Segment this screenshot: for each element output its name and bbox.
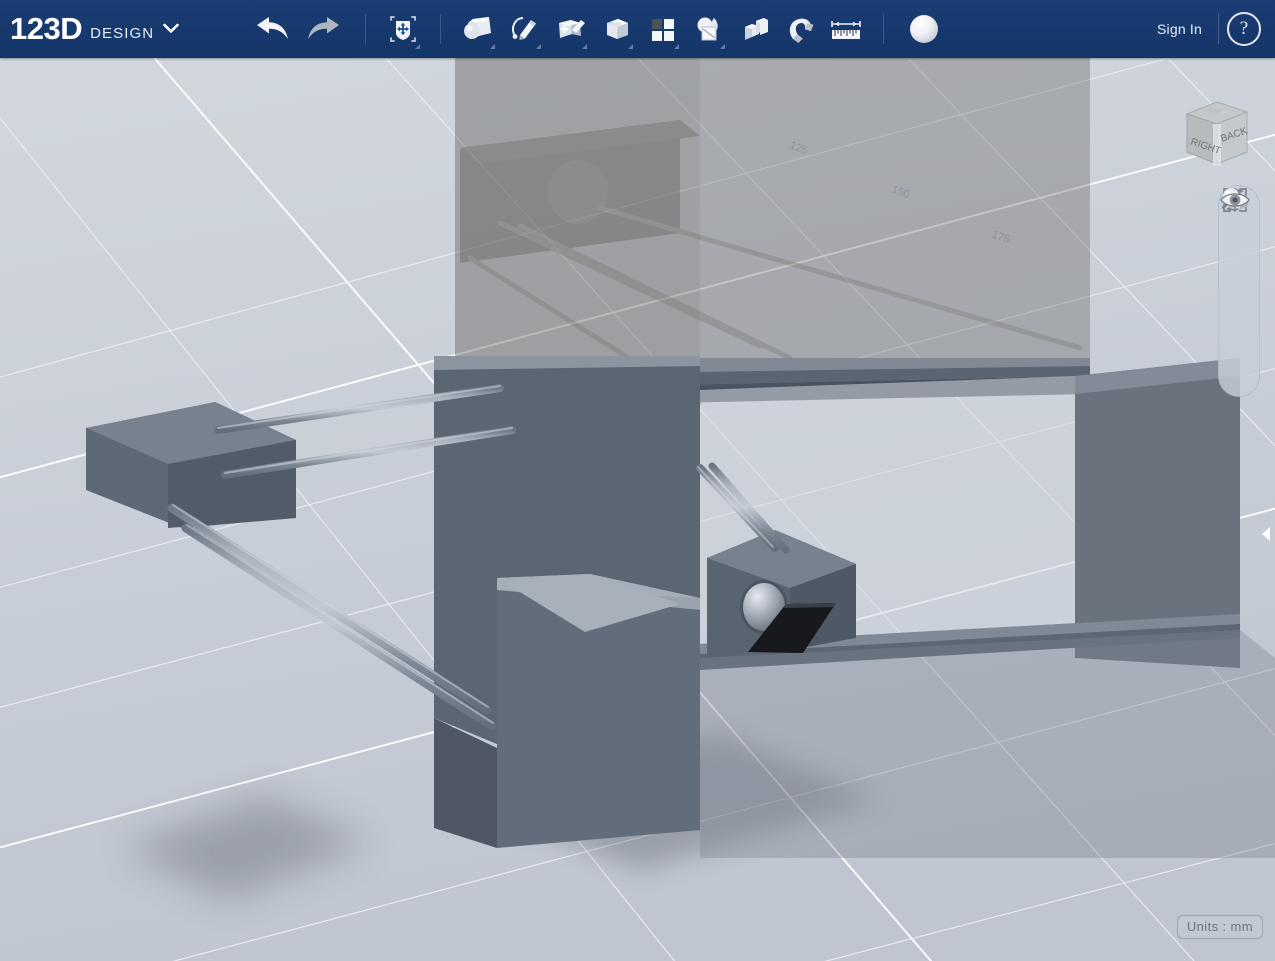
transform-group <box>380 3 426 55</box>
viewport-3d[interactable]: 125 150 175 RIGHT BACK TOP Units: mm <box>0 58 1275 961</box>
transform-button[interactable] <box>380 3 426 55</box>
display-settings-icon[interactable] <box>1220 188 1258 361</box>
measure-button[interactable] <box>823 3 869 55</box>
units-indicator[interactable]: Units : mm <box>1176 915 1263 939</box>
brand-logo-menu[interactable]: 123D DESIGN <box>0 11 180 46</box>
modify-button[interactable] <box>593 3 639 55</box>
navigation-bar <box>1218 185 1260 397</box>
grouping-button[interactable] <box>685 3 731 55</box>
dropdown-caret-icon <box>582 44 588 49</box>
dropdown-caret-icon <box>415 44 421 49</box>
sign-in-button[interactable]: Sign In <box>1147 17 1212 41</box>
scene-render: 125 150 175 <box>0 58 1275 961</box>
dropdown-caret-icon <box>490 44 496 49</box>
material-button[interactable] <box>898 3 950 55</box>
application-toolbar: 123D DESIGN Sign In ? <box>0 0 1275 58</box>
fit-extents-icon[interactable] <box>1220 188 1258 327</box>
sketch-button[interactable] <box>501 3 547 55</box>
redo-button[interactable] <box>301 3 347 55</box>
dropdown-caret-icon <box>536 44 542 49</box>
brand-design-text: DESIGN <box>90 25 155 42</box>
snap-button[interactable] <box>777 3 823 55</box>
account-controls: Sign In ? <box>1147 12 1275 46</box>
help-button[interactable]: ? <box>1227 12 1261 46</box>
pattern-button[interactable] <box>639 3 685 55</box>
dropdown-caret-icon <box>720 44 726 49</box>
history-controls <box>249 3 347 55</box>
eye-visibility-icon[interactable] <box>1220 193 1258 395</box>
combine-button[interactable] <box>731 3 777 55</box>
undo-button[interactable] <box>249 3 295 55</box>
zoom-magnifier-icon[interactable] <box>1220 188 1258 293</box>
right-panel-expand-handle[interactable] <box>1259 58 1275 961</box>
chevron-down-icon[interactable] <box>163 21 180 39</box>
chevron-right-icon <box>1262 527 1270 541</box>
primitives-button[interactable] <box>455 3 501 55</box>
view-cube[interactable]: RIGHT BACK TOP <box>1163 80 1267 184</box>
dropdown-caret-icon <box>674 44 680 49</box>
dropdown-caret-icon <box>628 44 634 49</box>
viewcube-face-top: TOP <box>1207 109 1222 116</box>
toolbar-divider-2 <box>440 14 442 44</box>
modeling-tools-group <box>455 3 869 55</box>
floor-panel <box>700 630 1275 858</box>
toolbar-divider-3 <box>883 14 885 44</box>
toolbar-divider-4 <box>1218 14 1219 44</box>
orbit-icon[interactable] <box>1220 188 1258 259</box>
construct-button[interactable] <box>547 3 593 55</box>
brand-123d-text: 123D <box>10 11 83 46</box>
toolbar-divider <box>365 14 367 44</box>
